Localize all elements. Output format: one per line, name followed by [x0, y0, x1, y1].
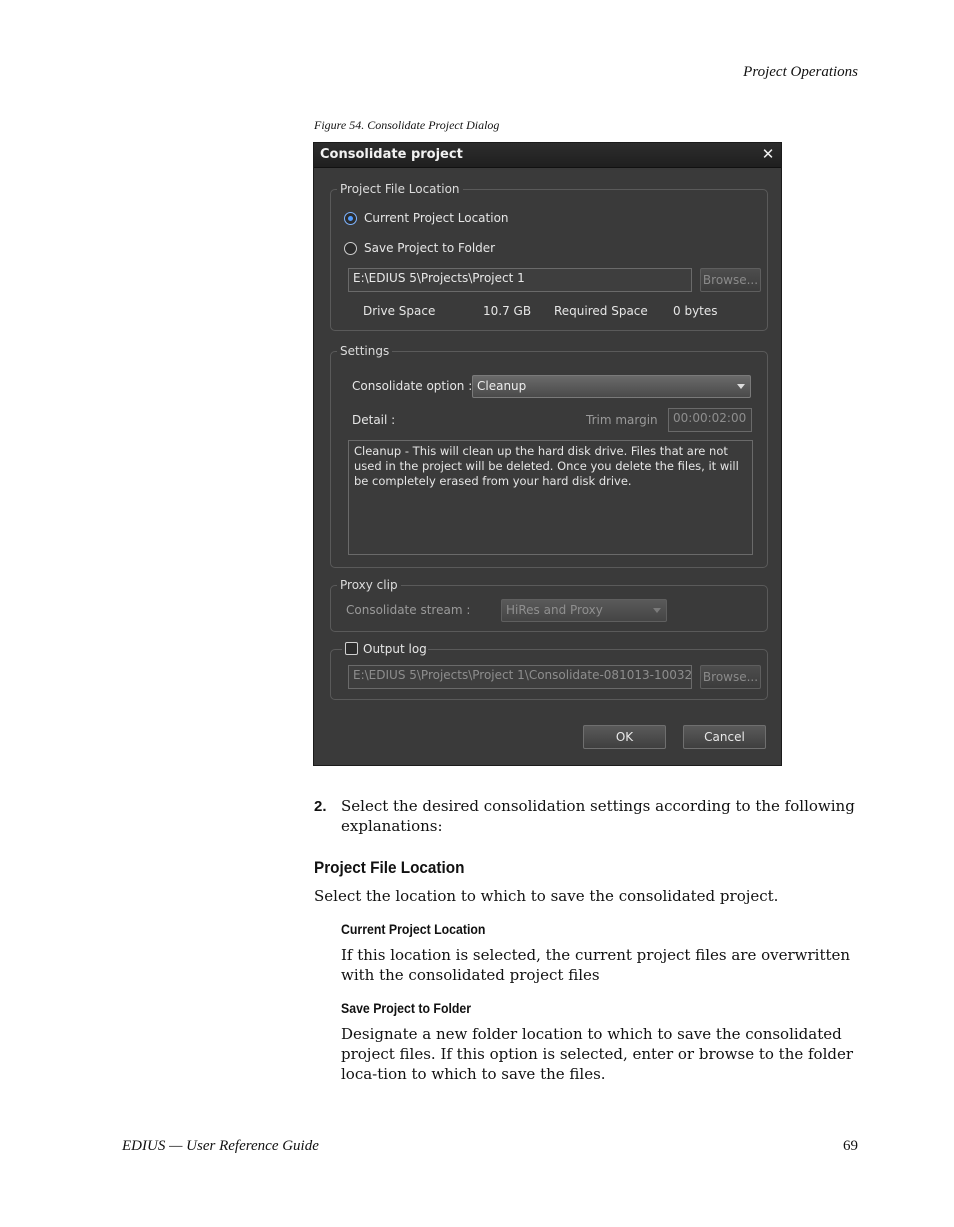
select-value: HiRes and Proxy: [506, 603, 603, 617]
required-space-value: 0 bytes: [673, 304, 718, 318]
output-log-browse-button[interactable]: Browse...: [700, 665, 761, 689]
step-text: Select the desired consolidation setting…: [341, 797, 855, 835]
output-log-path-field[interactable]: E:\EDIUS 5\Projects\Project 1\Consolidat…: [348, 665, 692, 689]
output-log-label[interactable]: Output log: [363, 642, 427, 656]
consolidate-option-select[interactable]: Cleanup: [472, 375, 751, 398]
section-heading: Project File Location: [314, 858, 465, 877]
output-log-checkbox[interactable]: [345, 642, 358, 655]
drive-space-value: 10.7 GB: [483, 304, 532, 318]
required-space-label: Required Space: [554, 304, 648, 318]
group-legend: Settings: [337, 344, 393, 358]
radio-save-project-to-folder[interactable]: [344, 242, 357, 255]
trim-margin-label: Trim margin: [586, 413, 658, 427]
select-value: Cleanup: [477, 379, 527, 393]
page-number: 69: [843, 1138, 858, 1154]
dialog-title-bar: Consolidate project ✕: [314, 143, 781, 168]
footer-guide-title: EDIUS — User Reference Guide: [122, 1138, 319, 1154]
current-project-location-text: If this location is selected, the curren…: [341, 946, 851, 984]
subheading-save-project-to-folder: Save Project to Folder: [341, 1000, 472, 1016]
section-text: Select the location to which to save the…: [314, 887, 779, 905]
browse-button-disabled[interactable]: Browse...: [700, 268, 761, 292]
drive-space-label: Drive Space: [363, 304, 436, 318]
dialog-title: Consolidate project: [320, 147, 463, 162]
consolidate-stream-label: Consolidate stream :: [346, 603, 471, 617]
current-project-location-label[interactable]: Current Project Location: [364, 211, 509, 225]
project-path-field[interactable]: E:\EDIUS 5\Projects\Project 1: [348, 268, 692, 292]
ok-button[interactable]: OK: [583, 725, 666, 749]
detail-label: Detail :: [352, 413, 396, 427]
group-legend: Project File Location: [337, 182, 463, 196]
consolidate-stream-select[interactable]: HiRes and Proxy: [501, 599, 667, 622]
trim-margin-field[interactable]: 00:00:02:00: [668, 408, 752, 432]
subheading-current-project-location: Current Project Location: [341, 921, 486, 937]
figure-caption: Figure 54. Consolidate Project Dialog: [314, 118, 500, 132]
save-project-to-folder-text: Designate a new folder location to which…: [341, 1025, 854, 1083]
chevron-down-icon: [737, 384, 745, 389]
chevron-down-icon: [653, 608, 661, 613]
consolidate-project-dialog: Consolidate project ✕ Project File Locat…: [313, 142, 782, 766]
close-icon[interactable]: ✕: [760, 145, 776, 163]
radio-current-project-location[interactable]: [344, 212, 357, 225]
consolidate-option-label: Consolidate option :: [352, 379, 473, 393]
step-number: 2.: [314, 798, 327, 815]
group-legend: Proxy clip: [337, 578, 401, 592]
cancel-button[interactable]: Cancel: [683, 725, 766, 749]
save-project-to-folder-label[interactable]: Save Project to Folder: [364, 241, 495, 255]
running-header: Project Operations: [743, 64, 858, 80]
detail-description: Cleanup - This will clean up the hard di…: [348, 440, 753, 555]
